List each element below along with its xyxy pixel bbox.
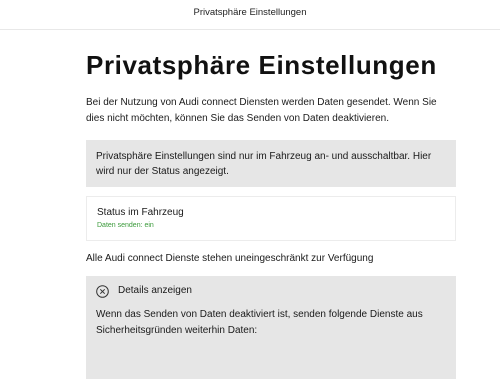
- details-toggle[interactable]: Details anzeigen: [96, 283, 446, 299]
- details-toggle-label[interactable]: Details anzeigen: [118, 283, 192, 299]
- main-content: Privatsphäre Einstellungen Bei der Nutzu…: [86, 50, 456, 379]
- status-label: Status im Fahrzeug: [97, 207, 184, 218]
- top-bar-title: Privatsphäre Einstellungen: [193, 7, 307, 18]
- top-app-bar: Privatsphäre Einstellungen: [0, 0, 500, 30]
- info-notice-text: Privatsphäre Einstellungen sind nur im F…: [96, 151, 432, 177]
- info-notice-box: Privatsphäre Einstellungen sind nur im F…: [86, 140, 456, 187]
- details-text: Wenn das Senden von Daten deaktiviert is…: [96, 309, 423, 336]
- page-title: Privatsphäre Einstellungen: [86, 50, 437, 80]
- status-card: Status im Fahrzeug Daten senden: ein: [86, 196, 456, 241]
- services-status-text: Alle Audi connect Dienste stehen uneinge…: [86, 253, 374, 264]
- close-circle-icon[interactable]: [96, 284, 109, 298]
- details-panel: Details anzeigen Wenn das Senden von Dat…: [86, 276, 456, 379]
- intro-text: Bei der Nutzung von Audi connect Dienste…: [86, 97, 437, 124]
- status-value: Daten senden: ein: [97, 222, 154, 229]
